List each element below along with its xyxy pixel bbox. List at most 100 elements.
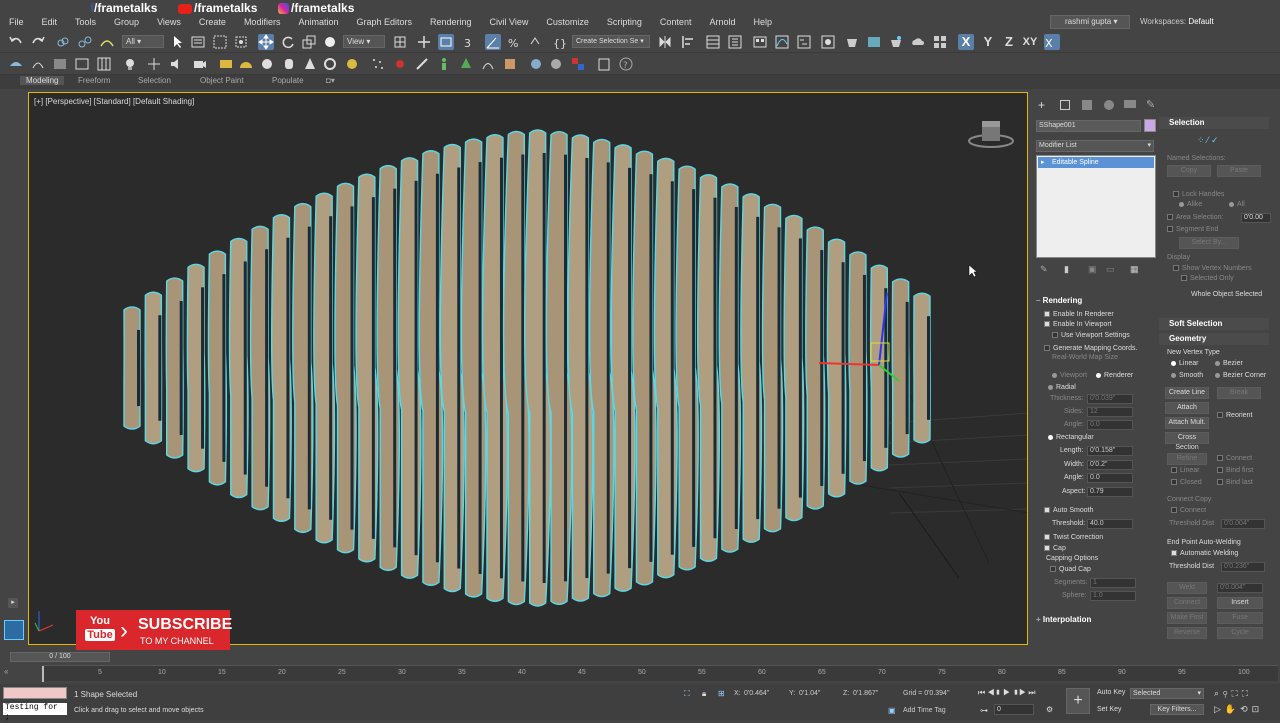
manipulate-icon[interactable] bbox=[416, 34, 432, 50]
break-button[interactable]: Break bbox=[1217, 387, 1261, 399]
particle-icon[interactable] bbox=[370, 56, 386, 72]
show-vertex-numbers-checkbox[interactable]: Show Vertex Numbers bbox=[1173, 265, 1252, 272]
clipboard-icon[interactable] bbox=[596, 56, 612, 72]
menu-group[interactable]: Group bbox=[105, 17, 148, 27]
unlink-icon[interactable] bbox=[77, 34, 93, 50]
add-time-tag[interactable]: Add Time Tag bbox=[903, 707, 946, 714]
modifier-list-dropdown[interactable]: Modifier List ▾ bbox=[1036, 140, 1154, 152]
bones-icon[interactable] bbox=[414, 56, 430, 72]
angle-spinner[interactable]: 0.0 bbox=[1087, 420, 1133, 430]
speaker-icon[interactable] bbox=[168, 56, 184, 72]
reference-coordinate-dropdown[interactable]: View ▾ bbox=[343, 35, 385, 48]
cycle-button[interactable]: Cycle bbox=[1217, 627, 1263, 639]
calendar-icon[interactable] bbox=[74, 56, 90, 72]
connect-checkbox[interactable]: Connect bbox=[1217, 455, 1252, 462]
ribbon-tab-selection[interactable]: Selection bbox=[138, 76, 171, 85]
select-and-rotate-icon[interactable] bbox=[280, 34, 296, 50]
menu-animation[interactable]: Animation bbox=[289, 17, 347, 27]
menu-edit[interactable]: Edit bbox=[33, 17, 67, 27]
cylinder-primitive-icon[interactable] bbox=[281, 56, 297, 72]
segment-end-checkbox[interactable]: Segment End bbox=[1167, 226, 1218, 233]
radial-radio[interactable]: Radial bbox=[1048, 384, 1076, 391]
create-geometry-icon[interactable] bbox=[8, 56, 24, 72]
create-tab-icon[interactable]: + bbox=[1038, 98, 1045, 112]
aspect-spinner[interactable]: 0.79 bbox=[1087, 487, 1133, 497]
sphere-spinner[interactable]: 1.0 bbox=[1090, 591, 1136, 601]
layer-colors-icon[interactable] bbox=[570, 56, 586, 72]
z-coord-field[interactable]: 0'1.867" bbox=[853, 690, 878, 697]
render-gallery-icon[interactable] bbox=[932, 34, 948, 50]
axis-y-button[interactable]: Y bbox=[980, 34, 996, 50]
angle-snap-icon[interactable] bbox=[485, 34, 501, 50]
renderer-radio[interactable]: Renderer bbox=[1096, 372, 1133, 379]
character-icon[interactable] bbox=[436, 56, 452, 72]
sides-spinner[interactable]: 12 bbox=[1087, 407, 1133, 417]
menu-views[interactable]: Views bbox=[148, 17, 190, 27]
plane-primitive-icon[interactable] bbox=[218, 56, 234, 72]
selected-only-checkbox[interactable]: Selected Only bbox=[1181, 275, 1234, 282]
key-mode-icon[interactable]: ⊶ bbox=[980, 706, 988, 715]
time-configuration-icon[interactable]: ⚙︎ bbox=[1046, 705, 1053, 714]
object-color-swatch[interactable] bbox=[1144, 119, 1156, 132]
spinner-snap-icon[interactable] bbox=[527, 34, 543, 50]
connect2-checkbox[interactable]: Connect bbox=[1171, 507, 1206, 514]
bezier-corner-radio[interactable]: Bezier Corner bbox=[1215, 372, 1266, 379]
redo-icon[interactable] bbox=[30, 34, 46, 50]
cone-primitive-icon[interactable] bbox=[302, 56, 318, 72]
subscribe-badge[interactable]: You Tube › SUBSCRIBE TO MY CHANNEL bbox=[76, 610, 232, 654]
select-and-scale-icon[interactable] bbox=[301, 34, 317, 50]
axis-constraint-toggle-icon[interactable]: X bbox=[1044, 34, 1060, 50]
rendering-rollout-header[interactable]: – Rendering bbox=[1036, 296, 1154, 306]
create-line-button[interactable]: Create Line bbox=[1165, 387, 1209, 399]
insert-button[interactable]: Insert bbox=[1217, 597, 1263, 609]
length-spinner[interactable]: 0'0.158" bbox=[1087, 446, 1133, 456]
width-spinner[interactable]: 0'0.2" bbox=[1087, 460, 1133, 470]
light-bulb-icon[interactable] bbox=[122, 56, 138, 72]
reverse-button[interactable]: Reverse bbox=[1167, 627, 1207, 639]
geometry-rollout-header[interactable]: Geometry bbox=[1159, 333, 1269, 345]
display-tab-icon[interactable] bbox=[1124, 100, 1136, 108]
weld-spinner[interactable]: 0'0.004" bbox=[1217, 583, 1263, 593]
area-selection-spinner[interactable]: 0'0.00 bbox=[1241, 213, 1271, 223]
reorient-checkbox[interactable]: Reorient bbox=[1217, 412, 1252, 419]
expand-arrow-icon[interactable]: ▸ bbox=[8, 598, 18, 608]
hemisphere-primitive-icon[interactable] bbox=[238, 56, 254, 72]
material-sphere-icon[interactable] bbox=[528, 56, 544, 72]
enable-in-renderer-checkbox[interactable]: Enable In Renderer bbox=[1044, 311, 1114, 318]
threshold-dist-spinner[interactable]: 0'0.004" bbox=[1221, 519, 1265, 529]
all-radio[interactable]: All bbox=[1229, 201, 1245, 208]
absolute-mode-icon[interactable]: ⊞ bbox=[718, 689, 725, 698]
rectangular-selection-icon[interactable] bbox=[212, 34, 228, 50]
ribbon-tab-populate[interactable]: Populate bbox=[272, 76, 304, 85]
threshold-dist2-spinner[interactable]: 0'0.236" bbox=[1221, 562, 1265, 572]
automatic-welding-checkbox[interactable]: Automatic Welding bbox=[1171, 550, 1238, 557]
selection-lock-icon[interactable]: 🔒︎ bbox=[702, 689, 706, 699]
hierarchy-tab-icon[interactable] bbox=[1082, 100, 1092, 110]
playback-controls[interactable]: ⏮ ◀▮ ▶ ▮▶ ⏭ bbox=[978, 688, 1036, 698]
weld-button[interactable]: Weld bbox=[1167, 582, 1207, 594]
interpolation-rollout-header[interactable]: + Interpolation bbox=[1036, 615, 1154, 627]
bind-space-warp-icon[interactable] bbox=[99, 34, 115, 50]
dynamics-icon[interactable] bbox=[392, 56, 408, 72]
menu-arnold[interactable]: Arnold bbox=[700, 17, 744, 27]
selection-set-dropdown[interactable]: Selected ▾ bbox=[1130, 688, 1204, 699]
hair-icon[interactable] bbox=[480, 56, 496, 72]
ribbon-tab-object-paint[interactable]: Object Paint bbox=[200, 76, 244, 85]
real-world-map-size-checkbox[interactable]: Real-World Map Size bbox=[1052, 354, 1118, 361]
segments-spinner[interactable]: 1 bbox=[1090, 578, 1136, 588]
remove-modifier-icon[interactable]: ▭ bbox=[1106, 264, 1115, 275]
mirror-icon[interactable] bbox=[657, 34, 673, 50]
ribbon-tab-modeling[interactable]: Modeling bbox=[20, 76, 65, 85]
undo-icon[interactable] bbox=[8, 34, 24, 50]
show-end-result-icon[interactable]: ▮ bbox=[1064, 264, 1069, 275]
shapes-icon[interactable] bbox=[30, 56, 46, 72]
angle2-spinner[interactable]: 0.0 bbox=[1087, 473, 1133, 483]
stack-item-editable-spline[interactable]: ▸ Editable Spline bbox=[1038, 157, 1154, 168]
area-selection-checkbox[interactable]: Area Selection: bbox=[1167, 214, 1223, 221]
torus-primitive-icon[interactable] bbox=[322, 56, 338, 72]
percent-snap-icon[interactable]: % bbox=[506, 34, 522, 50]
auto-smooth-checkbox[interactable]: Auto Smooth bbox=[1044, 507, 1093, 514]
selection-rollout-header[interactable]: Selection bbox=[1159, 117, 1269, 129]
pivot-point-icon[interactable] bbox=[392, 34, 408, 50]
cloth-icon[interactable] bbox=[502, 56, 518, 72]
